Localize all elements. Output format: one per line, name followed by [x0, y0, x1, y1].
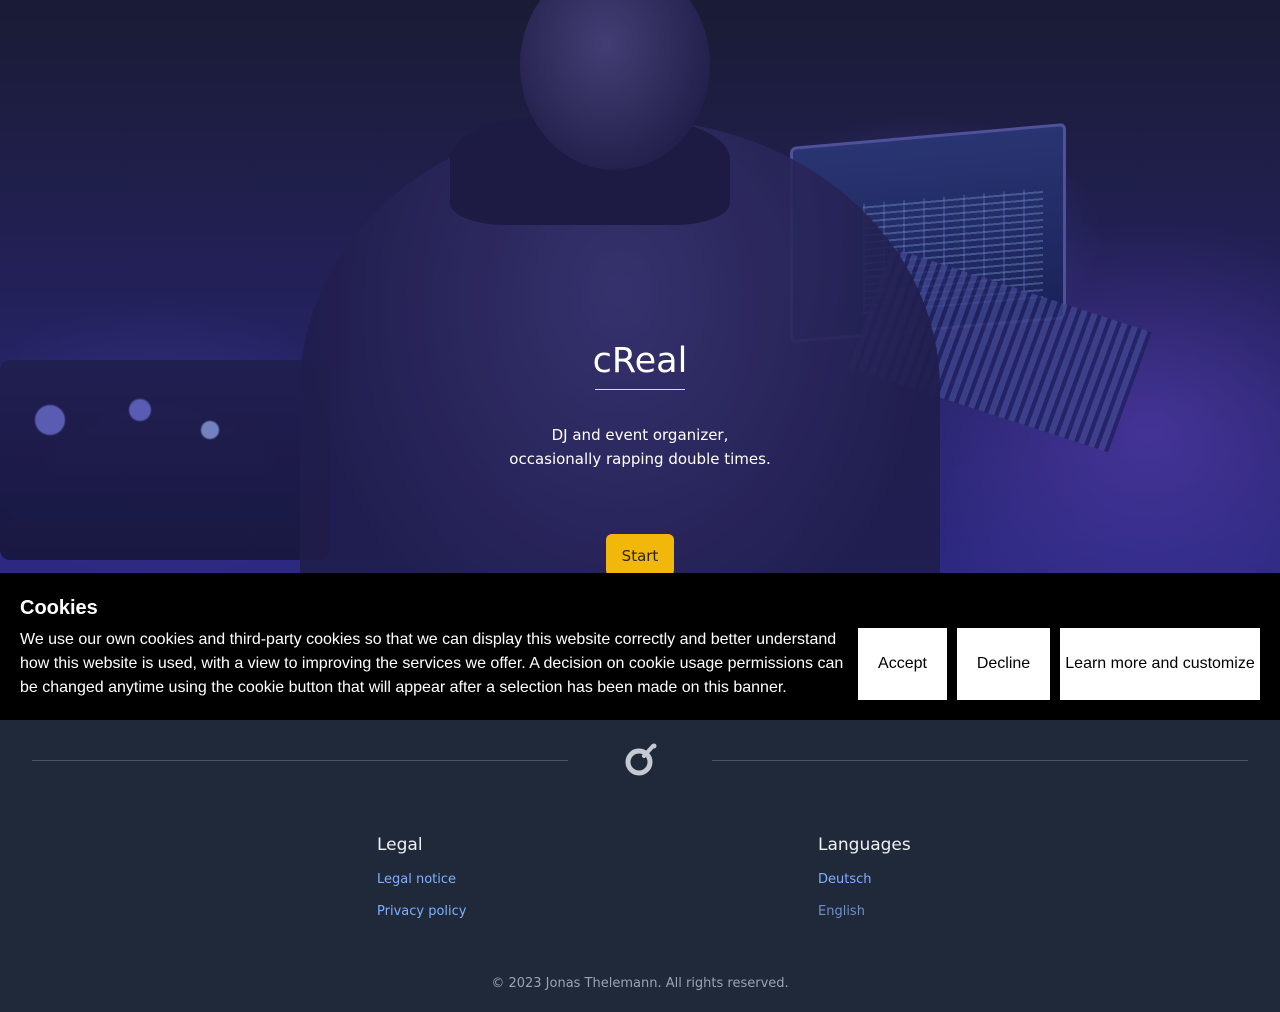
cookie-learn-more-button[interactable]: Learn more and customize: [1060, 628, 1260, 700]
cookie-decline-button[interactable]: Decline: [957, 628, 1050, 700]
hero-title-underline: [595, 389, 685, 390]
footer-divider-left: [32, 760, 568, 761]
privacy-policy-link[interactable]: Privacy policy: [377, 903, 466, 921]
footer-languages-heading: Languages: [818, 835, 911, 855]
cookie-banner: Cookies We use our own cookies and third…: [0, 573, 1280, 720]
hero-title: cReal: [592, 341, 688, 381]
footer-legal-column: Legal Legal notice Privacy policy: [377, 833, 466, 921]
logo-icon[interactable]: [622, 742, 658, 778]
hero-section: cReal DJ and event organizer, occasional…: [0, 0, 1280, 620]
cookie-title: Cookies: [20, 597, 98, 619]
hero-subtitle-line-1: DJ and event organizer,: [551, 426, 729, 444]
start-button[interactable]: Start: [606, 534, 674, 576]
hero-content: cReal DJ and event organizer, occasional…: [0, 0, 1280, 620]
language-english-link[interactable]: English: [818, 903, 911, 921]
footer-legal-heading: Legal: [377, 835, 423, 855]
footer-divider-right: [712, 760, 1248, 761]
language-deutsch-link[interactable]: Deutsch: [818, 871, 911, 889]
cookie-accept-button[interactable]: Accept: [858, 628, 947, 700]
cookie-text: We use our own cookies and third-party c…: [20, 631, 844, 696]
hero-subtitle-line-2: occasionally rapping double times.: [509, 450, 771, 468]
copyright-text: © 2023 Jonas Thelemann. All rights reser…: [491, 976, 789, 991]
footer-languages-column: Languages Deutsch English: [818, 833, 911, 921]
legal-notice-link[interactable]: Legal notice: [377, 871, 466, 889]
hero-subtitle: DJ and event organizer, occasionally rap…: [0, 423, 1280, 471]
